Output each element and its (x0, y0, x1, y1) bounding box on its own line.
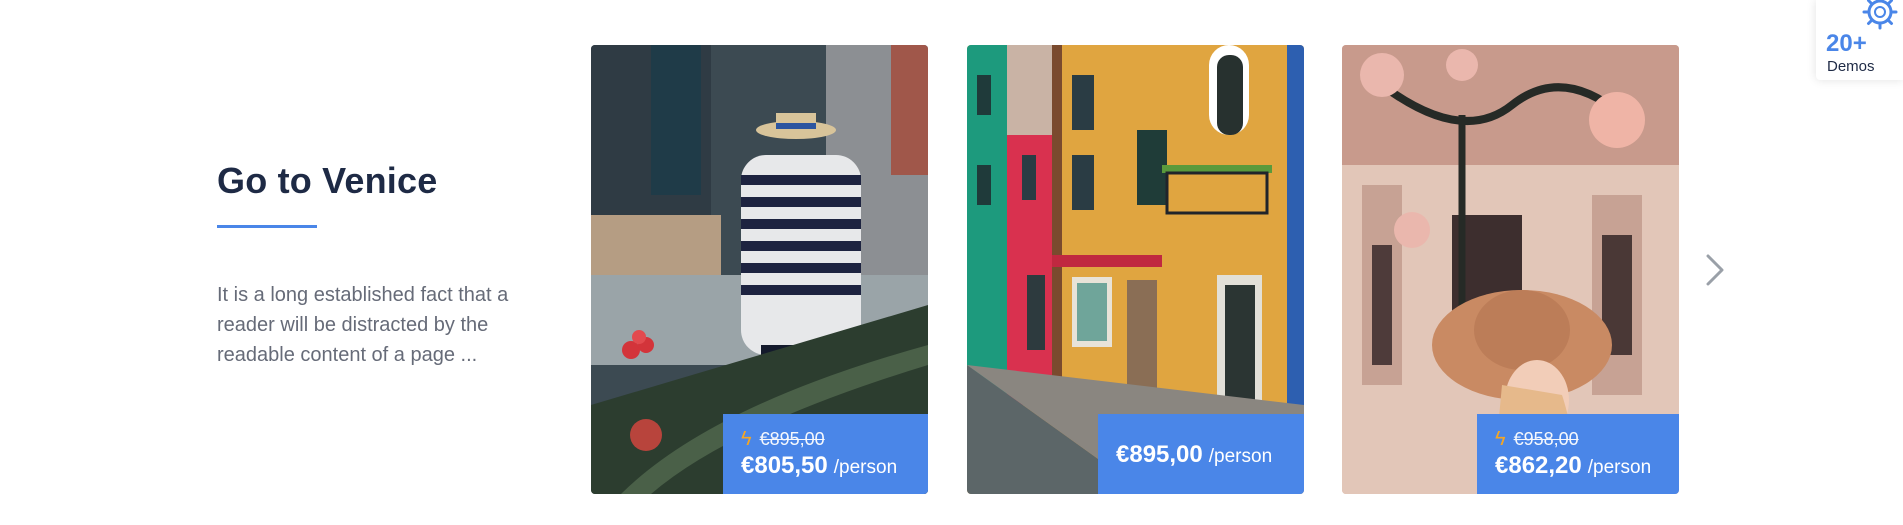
section-description: It is a long established fact that a rea… (217, 284, 509, 366)
price: €895,00 (1116, 441, 1203, 468)
tour-card-gondola[interactable]: ϟ €895,00 €805,50 /person (591, 45, 928, 494)
price-unit: /person (1208, 446, 1273, 467)
tour-card-houses[interactable]: €895,00 /person (967, 45, 1304, 494)
demos-widget[interactable]: 20+ Demos (1816, 0, 1903, 80)
original-price: €958,00 (1513, 428, 1579, 449)
title-underline (217, 225, 317, 228)
price-tag: €895,00 /person (1098, 414, 1304, 494)
chevron-right-icon[interactable] (1700, 250, 1730, 290)
price-tag: ϟ €958,00 €862,20 /person (1477, 414, 1679, 494)
lightning-icon: ϟ (741, 428, 752, 450)
gear-icon (1862, 0, 1898, 30)
section-title: Go to Venice (217, 160, 438, 201)
sale-price: €805,50 (741, 451, 828, 479)
price-unit: /person (833, 456, 898, 478)
sale-price: €862,20 (1495, 451, 1582, 479)
lightning-icon: ϟ (1495, 428, 1506, 450)
demos-label: Demos (1827, 58, 1875, 75)
tour-card-palazzo[interactable]: ϟ €958,00 €862,20 /person (1342, 45, 1679, 494)
original-price: €895,00 (759, 428, 825, 449)
price-tag: ϟ €895,00 €805,50 /person (723, 414, 928, 494)
demos-count: 20+ (1826, 30, 1867, 57)
price-unit: /person (1587, 456, 1652, 478)
